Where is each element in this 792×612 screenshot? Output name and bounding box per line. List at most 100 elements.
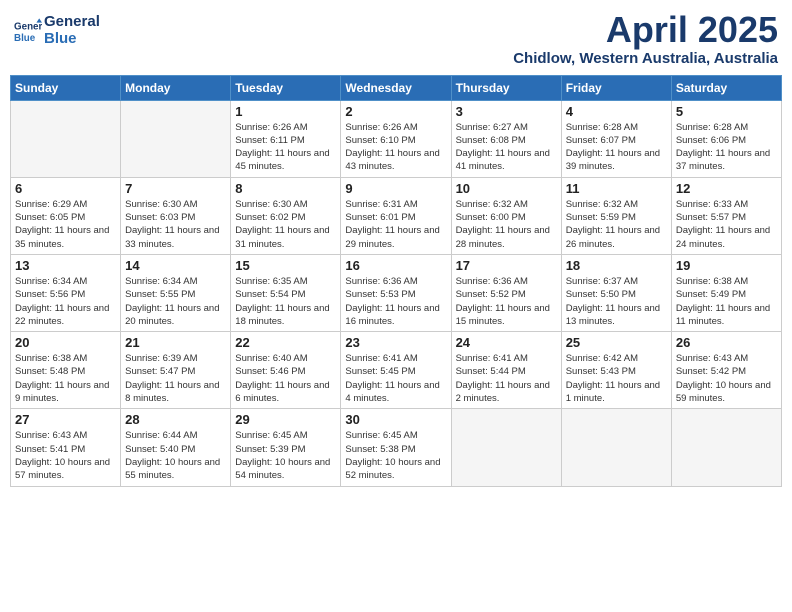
day-info: Sunrise: 6:31 AM Sunset: 6:01 PM Dayligh…	[345, 198, 446, 251]
day-info: Sunrise: 6:45 AM Sunset: 5:38 PM Dayligh…	[345, 429, 446, 482]
calendar-week-row: 13 Sunrise: 6:34 AM Sunset: 5:56 PM Dayli…	[11, 254, 782, 331]
calendar-table: SundayMondayTuesdayWednesdayThursdayFrid…	[10, 75, 782, 487]
day-info: Sunrise: 6:41 AM Sunset: 5:44 PM Dayligh…	[456, 352, 557, 405]
calendar-cell	[11, 100, 121, 177]
calendar-cell: 5 Sunrise: 6:28 AM Sunset: 6:06 PM Daylig…	[671, 100, 781, 177]
day-number: 28	[125, 412, 226, 427]
calendar-cell	[671, 409, 781, 486]
day-info: Sunrise: 6:30 AM Sunset: 6:02 PM Dayligh…	[235, 198, 336, 251]
calendar-cell: 30 Sunrise: 6:45 AM Sunset: 5:38 PM Dayli…	[341, 409, 451, 486]
calendar-cell	[451, 409, 561, 486]
calendar-cell: 29Sunrise: 6:45 AM Sunset: 5:39 PM Dayli…	[231, 409, 341, 486]
calendar-cell: 6Sunrise: 6:29 AM Sunset: 6:05 PM Daylig…	[11, 177, 121, 254]
day-info: Sunrise: 6:38 AM Sunset: 5:48 PM Dayligh…	[15, 352, 116, 405]
day-info: Sunrise: 6:26 AM Sunset: 6:11 PM Dayligh…	[235, 121, 336, 174]
day-info: Sunrise: 6:43 AM Sunset: 5:41 PM Dayligh…	[15, 429, 116, 482]
logo-general: General	[44, 14, 100, 31]
calendar-cell: 28 Sunrise: 6:44 AM Sunset: 5:40 PM Dayli…	[121, 409, 231, 486]
calendar-cell	[561, 409, 671, 486]
calendar-cell: 9Sunrise: 6:31 AM Sunset: 6:01 PM Daylig…	[341, 177, 451, 254]
day-number: 26	[676, 335, 777, 350]
day-info: Sunrise: 6:28 AM Sunset: 6:06 PM Dayligh…	[676, 121, 777, 174]
day-info: Sunrise: 6:30 AM Sunset: 6:03 PM Dayligh…	[125, 198, 226, 251]
logo-blue: Blue	[44, 31, 100, 48]
day-info: Sunrise: 6:44 AM Sunset: 5:40 PM Dayligh…	[125, 429, 226, 482]
calendar-cell: 26 Sunrise: 6:43 AM Sunset: 5:42 PM Dayli…	[671, 332, 781, 409]
day-number: 2	[345, 104, 446, 119]
calendar-cell	[121, 100, 231, 177]
day-info: Sunrise: 6:37 AM Sunset: 5:50 PM Dayligh…	[566, 275, 667, 328]
weekday-header-tuesday: Tuesday	[231, 75, 341, 100]
day-number: 21	[125, 335, 226, 350]
day-number: 30	[345, 412, 446, 427]
day-number: 23	[345, 335, 446, 350]
day-info: Sunrise: 6:43 AM Sunset: 5:42 PM Dayligh…	[676, 352, 777, 405]
calendar-cell: 3 Sunrise: 6:27 AM Sunset: 6:08 PM Daylig…	[451, 100, 561, 177]
day-info: Sunrise: 6:40 AM Sunset: 5:46 PM Dayligh…	[235, 352, 336, 405]
weekday-header-wednesday: Wednesday	[341, 75, 451, 100]
calendar-cell: 19Sunrise: 6:38 AM Sunset: 5:49 PM Dayli…	[671, 254, 781, 331]
location-title: Chidlow, Western Australia, Australia	[513, 50, 778, 67]
calendar-cell: 23 Sunrise: 6:41 AM Sunset: 5:45 PM Dayli…	[341, 332, 451, 409]
title-block: April 2025 Chidlow, Western Australia, A…	[513, 10, 778, 67]
calendar-week-row: 6Sunrise: 6:29 AM Sunset: 6:05 PM Daylig…	[11, 177, 782, 254]
day-info: Sunrise: 6:36 AM Sunset: 5:53 PM Dayligh…	[345, 275, 446, 328]
day-number: 24	[456, 335, 557, 350]
day-number: 20	[15, 335, 116, 350]
calendar-cell: 24 Sunrise: 6:41 AM Sunset: 5:44 PM Dayli…	[451, 332, 561, 409]
calendar-cell: 13 Sunrise: 6:34 AM Sunset: 5:56 PM Dayli…	[11, 254, 121, 331]
day-number: 11	[566, 181, 667, 196]
day-number: 12	[676, 181, 777, 196]
logo: General Blue General Blue	[14, 14, 100, 47]
day-info: Sunrise: 6:26 AM Sunset: 6:10 PM Dayligh…	[345, 121, 446, 174]
calendar-cell: 10Sunrise: 6:32 AM Sunset: 6:00 PM Dayli…	[451, 177, 561, 254]
day-info: Sunrise: 6:35 AM Sunset: 5:54 PM Dayligh…	[235, 275, 336, 328]
day-number: 4	[566, 104, 667, 119]
calendar-cell: 25Sunrise: 6:42 AM Sunset: 5:43 PM Dayli…	[561, 332, 671, 409]
weekday-header-monday: Monday	[121, 75, 231, 100]
day-number: 15	[235, 258, 336, 273]
svg-text:Blue: Blue	[14, 32, 36, 43]
calendar-cell: 4Sunrise: 6:28 AM Sunset: 6:07 PM Daylig…	[561, 100, 671, 177]
day-number: 17	[456, 258, 557, 273]
calendar-cell: 7 Sunrise: 6:30 AM Sunset: 6:03 PM Daylig…	[121, 177, 231, 254]
calendar-cell: 8 Sunrise: 6:30 AM Sunset: 6:02 PM Daylig…	[231, 177, 341, 254]
calendar-cell: 14 Sunrise: 6:34 AM Sunset: 5:55 PM Dayli…	[121, 254, 231, 331]
calendar-week-row: 20 Sunrise: 6:38 AM Sunset: 5:48 PM Dayli…	[11, 332, 782, 409]
calendar-cell: 1 Sunrise: 6:26 AM Sunset: 6:11 PM Daylig…	[231, 100, 341, 177]
day-number: 8	[235, 181, 336, 196]
calendar-week-row: 27Sunrise: 6:43 AM Sunset: 5:41 PM Dayli…	[11, 409, 782, 486]
calendar-week-row: 1 Sunrise: 6:26 AM Sunset: 6:11 PM Daylig…	[11, 100, 782, 177]
day-number: 22	[235, 335, 336, 350]
day-info: Sunrise: 6:34 AM Sunset: 5:56 PM Dayligh…	[15, 275, 116, 328]
day-info: Sunrise: 6:32 AM Sunset: 5:59 PM Dayligh…	[566, 198, 667, 251]
calendar-cell: 12Sunrise: 6:33 AM Sunset: 5:57 PM Dayli…	[671, 177, 781, 254]
day-info: Sunrise: 6:41 AM Sunset: 5:45 PM Dayligh…	[345, 352, 446, 405]
calendar-cell: 15 Sunrise: 6:35 AM Sunset: 5:54 PM Dayli…	[231, 254, 341, 331]
day-info: Sunrise: 6:27 AM Sunset: 6:08 PM Dayligh…	[456, 121, 557, 174]
day-number: 7	[125, 181, 226, 196]
day-number: 16	[345, 258, 446, 273]
calendar-cell: 22 Sunrise: 6:40 AM Sunset: 5:46 PM Dayli…	[231, 332, 341, 409]
calendar-cell: 18Sunrise: 6:37 AM Sunset: 5:50 PM Dayli…	[561, 254, 671, 331]
calendar-cell: 11 Sunrise: 6:32 AM Sunset: 5:59 PM Dayli…	[561, 177, 671, 254]
calendar-cell: 16 Sunrise: 6:36 AM Sunset: 5:53 PM Dayli…	[341, 254, 451, 331]
month-title: April 2025	[513, 10, 778, 50]
day-info: Sunrise: 6:39 AM Sunset: 5:47 PM Dayligh…	[125, 352, 226, 405]
day-info: Sunrise: 6:38 AM Sunset: 5:49 PM Dayligh…	[676, 275, 777, 328]
calendar-cell: 17Sunrise: 6:36 AM Sunset: 5:52 PM Dayli…	[451, 254, 561, 331]
day-info: Sunrise: 6:34 AM Sunset: 5:55 PM Dayligh…	[125, 275, 226, 328]
calendar-cell: 20 Sunrise: 6:38 AM Sunset: 5:48 PM Dayli…	[11, 332, 121, 409]
svg-text:General: General	[14, 21, 42, 32]
calendar-cell: 27Sunrise: 6:43 AM Sunset: 5:41 PM Dayli…	[11, 409, 121, 486]
day-number: 25	[566, 335, 667, 350]
day-number: 5	[676, 104, 777, 119]
weekday-header-saturday: Saturday	[671, 75, 781, 100]
day-number: 6	[15, 181, 116, 196]
day-number: 14	[125, 258, 226, 273]
day-number: 1	[235, 104, 336, 119]
day-number: 3	[456, 104, 557, 119]
day-number: 13	[15, 258, 116, 273]
weekday-header-sunday: Sunday	[11, 75, 121, 100]
weekday-header-friday: Friday	[561, 75, 671, 100]
